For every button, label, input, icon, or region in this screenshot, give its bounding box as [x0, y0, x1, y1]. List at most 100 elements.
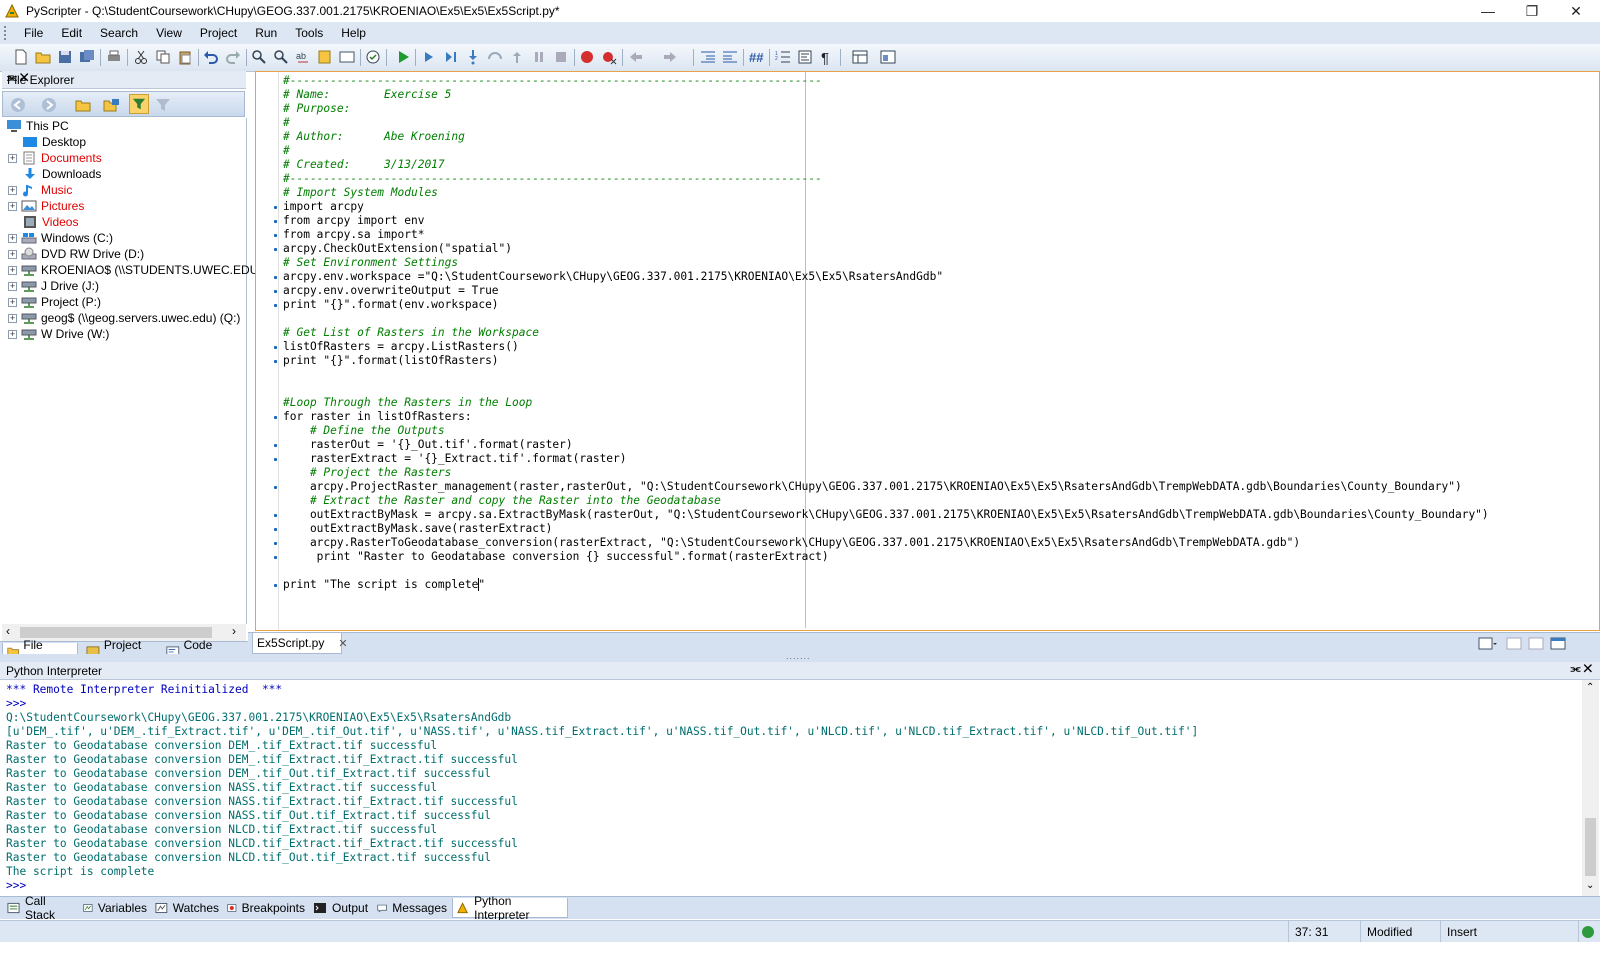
find-icon[interactable]	[251, 49, 267, 65]
expand-toggle-icon[interactable]: +	[8, 201, 17, 211]
line-numbers-icon[interactable]: 12	[775, 49, 791, 65]
browse-back-icon[interactable]	[10, 97, 26, 113]
maximize-button[interactable]: ❐	[1510, 0, 1554, 22]
scroll-up-icon[interactable]: ⌃	[1586, 682, 1594, 693]
tab-breakpoints[interactable]: Breakpoints	[224, 898, 308, 918]
interpreter-vertical-scrollbar[interactable]: ⌃ ⌄	[1582, 680, 1599, 896]
menu-help[interactable]: Help	[332, 22, 375, 44]
expand-toggle-icon[interactable]: +	[8, 185, 17, 195]
save-icon[interactable]	[57, 49, 73, 65]
menu-edit[interactable]: Edit	[52, 22, 91, 44]
scroll-left-icon[interactable]: ‹	[6, 624, 10, 638]
executable-line-marker[interactable]	[274, 360, 277, 363]
tab-output[interactable]: Output	[310, 898, 372, 918]
code-line[interactable]: arcpy.CheckOutExtension("spatial")	[283, 242, 1489, 256]
step-out-icon[interactable]	[509, 49, 525, 65]
tree-item[interactable]: Videos	[22, 214, 78, 230]
pin-close-icon[interactable]: ⫘ ✕	[7, 72, 240, 85]
code-line[interactable]: # Purpose:	[283, 102, 1489, 116]
menu-tools[interactable]: Tools	[286, 22, 332, 44]
code-line[interactable]	[283, 368, 1489, 382]
code-line[interactable]: # Name: Exercise 5	[283, 88, 1489, 102]
cut-icon[interactable]	[133, 49, 149, 65]
stop-icon[interactable]	[553, 49, 569, 65]
menu-view[interactable]: View	[147, 22, 191, 44]
expand-toggle-icon[interactable]: +	[8, 233, 17, 243]
code-line[interactable]: print "Raster to Geodatabase conversion …	[283, 550, 1489, 564]
undo-icon[interactable]	[203, 49, 219, 65]
back-icon[interactable]	[628, 49, 644, 65]
copy-icon[interactable]	[155, 49, 171, 65]
code-line[interactable]: #Loop Through the Rasters in the Loop	[283, 396, 1489, 410]
redo-icon[interactable]	[225, 49, 241, 65]
executable-line-marker[interactable]	[274, 584, 277, 587]
scroll-down-icon[interactable]: ⌄	[1586, 880, 1594, 891]
tree-item[interactable]: This PC	[6, 118, 69, 134]
executable-line-marker[interactable]	[274, 444, 277, 447]
code-line[interactable]: from arcpy import env	[283, 214, 1489, 228]
tree-item[interactable]: + J Drive (J:)	[8, 278, 99, 294]
executable-line-marker[interactable]	[274, 220, 277, 223]
expand-toggle-icon[interactable]: +	[8, 265, 17, 275]
code-line[interactable]	[283, 564, 1489, 578]
executable-line-marker[interactable]	[274, 304, 277, 307]
tree-item[interactable]: + W Drive (W:)	[8, 326, 109, 342]
executable-line-marker[interactable]	[274, 514, 277, 517]
code-line[interactable]: for raster in listOfRasters:	[283, 410, 1489, 424]
expand-toggle-icon[interactable]: +	[8, 249, 17, 259]
tree-item[interactable]: Desktop	[22, 134, 86, 150]
code-line[interactable]: #	[283, 144, 1489, 158]
code-line[interactable]: from arcpy.sa import*	[283, 228, 1489, 242]
comment-icon[interactable]: ##	[748, 49, 764, 65]
tab-variables[interactable]: Variables	[80, 898, 150, 918]
executable-line-marker[interactable]	[274, 248, 277, 251]
word-wrap-icon[interactable]	[797, 49, 813, 65]
code-line[interactable]: import arcpy	[283, 200, 1489, 214]
code-line[interactable]: arcpy.RasterToGeodatabase_conversion(ras…	[283, 536, 1489, 550]
forward-icon[interactable]	[662, 49, 678, 65]
tab-messages[interactable]: Messages	[374, 898, 450, 918]
goto-line-icon[interactable]	[339, 49, 355, 65]
run-icon[interactable]	[395, 49, 411, 65]
executable-line-marker[interactable]	[274, 234, 277, 237]
tree-item[interactable]: + geog$ (\\geog.servers.uwec.edu) (Q:)	[8, 310, 240, 326]
paste-icon[interactable]	[177, 49, 193, 65]
maximize-editor-icon[interactable]	[1550, 636, 1566, 652]
code-line[interactable]: #---------------------------------------…	[283, 172, 1489, 186]
code-line[interactable]: # Get List of Rasters in the Workspace	[283, 326, 1489, 340]
code-line[interactable]: # Project the Rasters	[283, 466, 1489, 480]
tab-watches[interactable]: Watches	[152, 898, 222, 918]
find-in-files-icon[interactable]	[317, 49, 333, 65]
executable-line-marker[interactable]	[274, 416, 277, 419]
code-line[interactable]: rasterExtract = '{}_Extract.tif'.format(…	[283, 452, 1489, 466]
code-line[interactable]: # Author: Abe Kroening	[283, 130, 1489, 144]
code-line[interactable]: print "The script is complete"	[283, 578, 1489, 592]
clear-breakpoints-icon[interactable]	[601, 49, 617, 65]
view-mode-icon[interactable]	[880, 49, 896, 65]
indent-icon[interactable]	[700, 49, 716, 65]
filter-settings-icon[interactable]	[155, 97, 171, 113]
code-line[interactable]: #---------------------------------------…	[283, 74, 1489, 88]
executable-line-marker[interactable]	[274, 528, 277, 531]
code-line[interactable]: #	[283, 116, 1489, 130]
tree-item[interactable]: + Windows (C:)	[8, 230, 113, 246]
menu-run[interactable]: Run	[246, 22, 286, 44]
executable-line-marker[interactable]	[274, 556, 277, 559]
tab-call-stack[interactable]: Call Stack	[4, 894, 78, 922]
executable-line-marker[interactable]	[274, 290, 277, 293]
code-line[interactable]	[283, 312, 1489, 326]
code-line[interactable]: arcpy.env.workspace ="Q:\StudentCoursewo…	[283, 270, 1489, 284]
tree-item[interactable]: + DVD RW Drive (D:)	[8, 246, 144, 262]
split-editor-horizontal-icon[interactable]	[1528, 636, 1544, 652]
editor-gutter[interactable]	[256, 72, 279, 630]
tab-ex5script[interactable]: Ex5Script.py ✕	[252, 633, 348, 654]
scroll-right-icon[interactable]: ›	[232, 624, 236, 638]
close-window-button[interactable]: ✕	[1554, 0, 1598, 22]
tree-item[interactable]: + Music	[8, 182, 72, 198]
expand-toggle-icon[interactable]: +	[8, 153, 17, 163]
step-into-icon[interactable]	[465, 49, 481, 65]
tree-item[interactable]: + KROENIAO$ (\\STUDENTS.UWEC.EDU) (	[8, 262, 270, 278]
code-line[interactable]	[283, 382, 1489, 396]
executable-line-marker[interactable]	[274, 206, 277, 209]
code-line[interactable]: # Import System Modules	[283, 186, 1489, 200]
